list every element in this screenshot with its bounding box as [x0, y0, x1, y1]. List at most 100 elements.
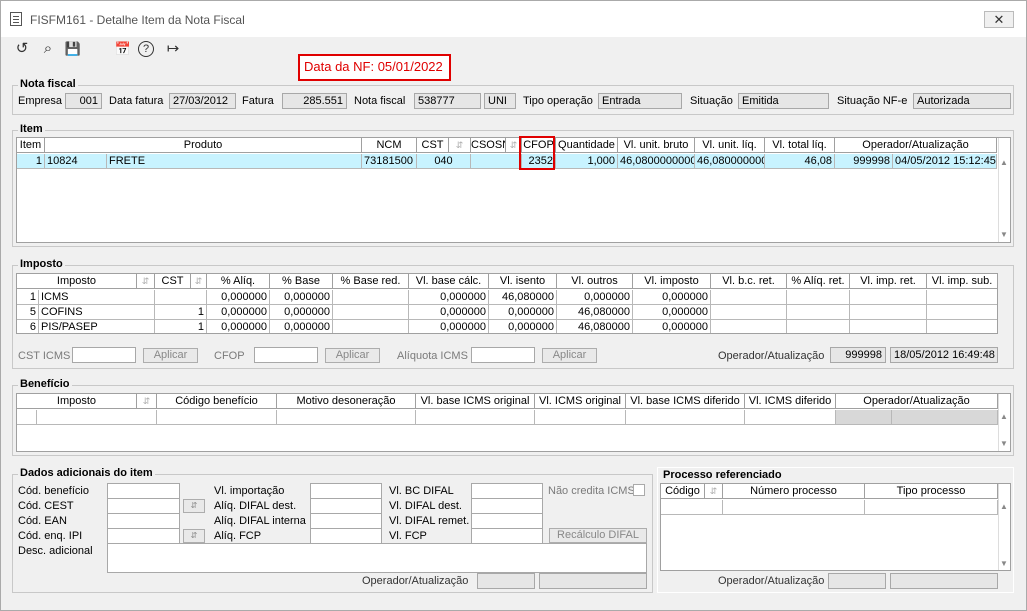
- beneficio-cell[interactable]: [157, 410, 277, 425]
- col-header-ncm[interactable]: NCM: [362, 138, 417, 153]
- item-cell-cst[interactable]: 040: [417, 154, 471, 169]
- item-cell-number[interactable]: 1: [17, 154, 45, 169]
- search-icon[interactable]: ⌕: [37, 38, 59, 60]
- imposto-cell-isento[interactable]: 46,080000: [489, 290, 557, 305]
- imposto-cell-outros[interactable]: 46,080000: [557, 305, 633, 320]
- serie-field[interactable]: UNI: [484, 93, 516, 109]
- scroll-up-icon[interactable]: ▲: [1000, 158, 1008, 167]
- col-header-quantidade[interactable]: Quantidade: [556, 138, 618, 153]
- sort-icon[interactable]: ⇵: [191, 274, 207, 289]
- calendar-icon[interactable]: 📅: [112, 38, 134, 60]
- tipo-operacao-field[interactable]: Entrada: [598, 93, 682, 109]
- col-header-csosn[interactable]: CSOSN: [471, 138, 506, 153]
- imposto-cell-aliq[interactable]: 0,000000: [207, 320, 270, 333]
- scroll-up-icon[interactable]: ▲: [1000, 502, 1008, 511]
- col-header-imp-ret[interactable]: Vl. imp. ret.: [850, 274, 927, 289]
- save-icon[interactable]: 💾: [62, 38, 84, 60]
- imposto-cell-isento[interactable]: 0,000000: [489, 320, 557, 333]
- col-header-unit-liq[interactable]: Vl. unit. líq.: [695, 138, 765, 153]
- desc-adicional-input[interactable]: [107, 543, 647, 573]
- beneficio-cell[interactable]: [37, 410, 157, 425]
- nota-fiscal-field[interactable]: 538777: [414, 93, 481, 109]
- col-header-tipo-processo[interactable]: Tipo processo: [865, 484, 998, 499]
- imposto-cell-cst[interactable]: [155, 290, 207, 305]
- close-button[interactable]: ✕: [984, 11, 1014, 28]
- col-header-outros[interactable]: Vl. outros: [557, 274, 633, 289]
- col-header-operador[interactable]: Operador/Atualização: [836, 394, 998, 409]
- processo-cell[interactable]: [865, 500, 998, 515]
- situacao-field[interactable]: Emitida: [738, 93, 829, 109]
- vl-bc-difal-input[interactable]: [471, 483, 543, 499]
- exit-icon[interactable]: ↦: [162, 38, 184, 60]
- item-cell-unit-bruto[interactable]: 46,0800000000: [618, 154, 695, 169]
- fatura-field[interactable]: 285.551: [282, 93, 347, 109]
- col-header-unit-bruto[interactable]: Vl. unit. bruto: [618, 138, 695, 153]
- col-header-icms-original[interactable]: Vl. ICMS original: [535, 394, 626, 409]
- col-header-isento[interactable]: Vl. isento: [489, 274, 557, 289]
- beneficio-cell[interactable]: [745, 410, 836, 425]
- imposto-cell-base-red[interactable]: [333, 305, 409, 320]
- col-header-total-liq[interactable]: Vl. total líq.: [765, 138, 835, 153]
- help-icon[interactable]: ?: [138, 41, 154, 57]
- vl-difal-remet-input[interactable]: [471, 513, 543, 529]
- item-scrollbar[interactable]: ▲ ▼: [998, 138, 1010, 242]
- col-header-cst[interactable]: CST: [155, 274, 191, 289]
- imposto-cell-aliq[interactable]: 0,000000: [207, 305, 270, 320]
- imposto-cell-imp-ret[interactable]: [850, 305, 927, 320]
- empresa-field[interactable]: 001: [65, 93, 102, 109]
- beneficio-cell[interactable]: [626, 410, 745, 425]
- imposto-cell-imp-ret[interactable]: [850, 320, 927, 333]
- col-header-bc-ret[interactable]: Vl. b.c. ret.: [711, 274, 787, 289]
- undo-icon[interactable]: ↺: [11, 38, 33, 60]
- imposto-cell-name[interactable]: COFINS: [39, 305, 155, 320]
- imposto-cell-base[interactable]: 0,000000: [270, 320, 333, 333]
- imposto-cell-imp-sub[interactable]: [927, 320, 997, 333]
- beneficio-cell[interactable]: [17, 410, 37, 425]
- imposto-cell-imp-sub[interactable]: [927, 290, 997, 305]
- situacao-nfe-field[interactable]: Autorizada: [913, 93, 1011, 109]
- imposto-cell-aliq[interactable]: 0,000000: [207, 290, 270, 305]
- imposto-cell-imp-sub[interactable]: [927, 305, 997, 320]
- item-cell-total-liq[interactable]: 46,08: [765, 154, 835, 169]
- cod-ean-input[interactable]: [107, 513, 180, 529]
- imposto-cell-number[interactable]: 5: [17, 305, 39, 320]
- sort-icon[interactable]: ⇵: [449, 138, 471, 153]
- item-cell-ncm[interactable]: 73181500: [362, 154, 417, 169]
- item-cell-produto[interactable]: FRETE: [107, 154, 362, 169]
- processo-atualizacao-field[interactable]: [890, 573, 998, 589]
- dados-atualizacao-field[interactable]: [539, 573, 647, 589]
- cfop-input[interactable]: [254, 347, 318, 363]
- imposto-cell-number[interactable]: 6: [17, 320, 39, 333]
- vl-fcp-input[interactable]: [471, 528, 543, 544]
- beneficio-scrollbar[interactable]: ▲ ▼: [998, 394, 1010, 451]
- imposto-cell-outros[interactable]: 46,080000: [557, 320, 633, 333]
- nao-credita-icms-checkbox[interactable]: [633, 484, 645, 496]
- col-header-aliq-ret[interactable]: % Alíq. ret.: [787, 274, 850, 289]
- processo-cell[interactable]: [723, 500, 865, 515]
- col-header-imposto[interactable]: Imposto: [17, 274, 137, 289]
- cst-icms-input[interactable]: [72, 347, 136, 363]
- imposto-cell-aliq-ret[interactable]: [787, 290, 850, 305]
- scroll-down-icon[interactable]: ▼: [1000, 439, 1008, 448]
- col-header-vl-imposto[interactable]: Vl. imposto: [633, 274, 711, 289]
- item-cell-unit-liq[interactable]: 46,0800000000: [695, 154, 765, 169]
- imposto-cell-bc-ret[interactable]: [711, 305, 787, 320]
- beneficio-cell[interactable]: [277, 410, 416, 425]
- imposto-cell-imp-ret[interactable]: [850, 290, 927, 305]
- beneficio-cell[interactable]: [535, 410, 626, 425]
- aplicar-aliquota-button[interactable]: Aplicar: [542, 348, 597, 363]
- cod-enq-ipi-input[interactable]: [107, 528, 180, 544]
- cod-beneficio-input[interactable]: [107, 483, 180, 499]
- beneficio-cell[interactable]: [836, 410, 892, 425]
- sort-icon[interactable]: ⇵: [137, 274, 155, 289]
- imposto-cell-vl-imposto[interactable]: 0,000000: [633, 305, 711, 320]
- imposto-cell-aliq-ret[interactable]: [787, 305, 850, 320]
- imposto-cell-cst[interactable]: 1: [155, 305, 207, 320]
- imposto-operador-field[interactable]: 999998: [830, 347, 886, 363]
- aliquota-icms-input[interactable]: [471, 347, 535, 363]
- beneficio-cell[interactable]: [892, 410, 998, 425]
- item-cell-codigo[interactable]: 10824: [45, 154, 107, 169]
- col-header-imp-sub[interactable]: Vl. imp. sub.: [927, 274, 997, 289]
- imposto-cell-aliq-ret[interactable]: [787, 320, 850, 333]
- col-header-numero-processo[interactable]: Número processo: [723, 484, 865, 499]
